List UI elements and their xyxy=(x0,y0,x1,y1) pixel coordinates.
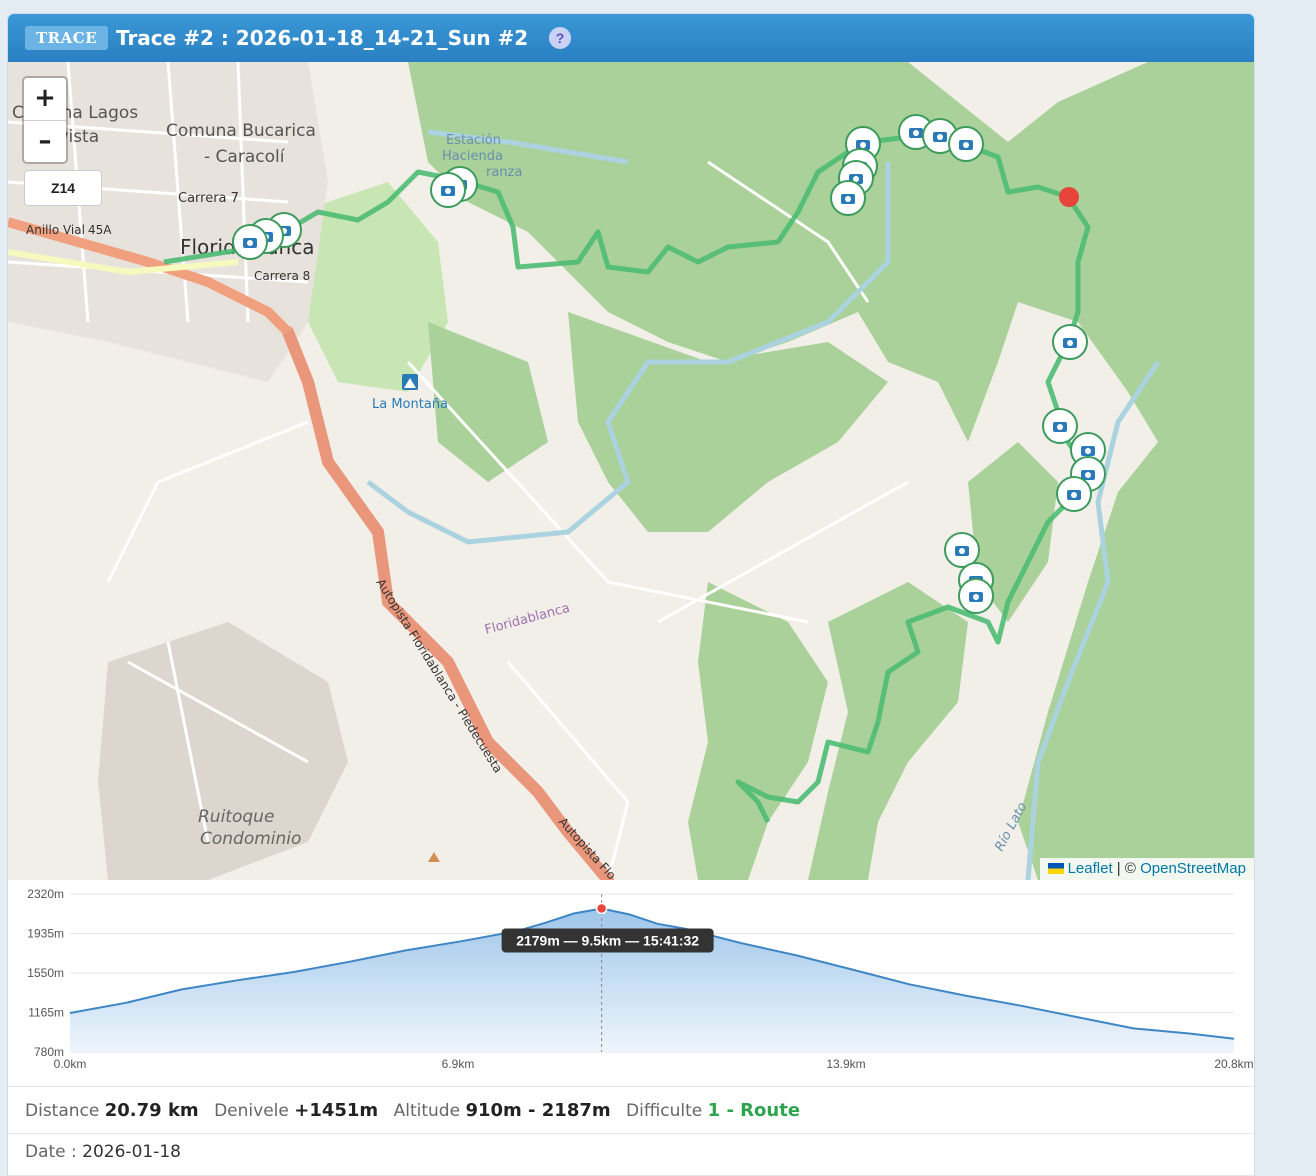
camera-icon xyxy=(1042,408,1078,444)
date-value: 2026-01-18 xyxy=(82,1142,181,1162)
ukraine-flag-icon xyxy=(1047,863,1064,874)
difficulte-label: Difficulte xyxy=(626,1101,703,1121)
camera-icon xyxy=(1052,324,1088,360)
denivele-value: +1451m xyxy=(294,1100,379,1121)
openstreetmap-link[interactable]: OpenStreetMap xyxy=(1140,860,1246,877)
elevation-x-tick: 13.9km xyxy=(826,1057,865,1071)
elevation-x-tick: 0.0km xyxy=(54,1057,87,1071)
map-label-estacion: Estación xyxy=(446,133,501,148)
elevation-y-tick: 1165m xyxy=(28,1006,64,1020)
map-label-esperanza: ranza xyxy=(486,165,522,180)
camera-icon xyxy=(958,578,994,614)
map-label-caracoli: - Caracolí xyxy=(204,147,286,167)
zoom-control: + – xyxy=(22,76,68,164)
trace-stats: Distance 20.79 km Denivele +1451m Altitu… xyxy=(8,1086,1254,1134)
denivele-label: Denivele xyxy=(214,1101,289,1121)
track-end-marker[interactable] xyxy=(1059,187,1079,207)
elevation-tooltip: 2179m — 9.5km — 15:41:32 xyxy=(501,928,714,953)
map-label-ruitoque: Ruitoque xyxy=(198,807,274,827)
elevation-x-tick: 6.9km xyxy=(442,1057,475,1071)
elevation-y-tick: 1550m xyxy=(27,966,64,980)
map-label-floridablanca-area: Floridablanca xyxy=(483,601,571,638)
date-label: Date : xyxy=(25,1142,77,1162)
zoom-in-button[interactable]: + xyxy=(24,78,66,121)
park-icon xyxy=(402,374,418,390)
altitude-label: Altitude xyxy=(393,1101,461,1121)
trace-header: TRACE Trace #2 : 2026-01-18_14-21_Sun #2… xyxy=(8,14,1254,62)
trace-badge: TRACE xyxy=(25,26,109,50)
elevation-tooltip-text: 2179m — 9.5km — 15:41:32 xyxy=(516,932,699,948)
map-tiles: Comuna Lagos avista Comuna Bucarica - Ca… xyxy=(8,62,1254,880)
elevation-y-tick: 1935m xyxy=(27,927,64,941)
map-label-carrera7: Carrera 7 xyxy=(178,191,239,206)
distance-value: 20.79 km xyxy=(104,1100,199,1121)
trace-title: Trace #2 : 2026-01-18_14-21_Sun #2 xyxy=(116,26,529,50)
camera-icon xyxy=(430,172,466,208)
map-label-condominio: Condominio xyxy=(200,829,301,849)
distance-label: Distance xyxy=(25,1101,100,1121)
leaflet-link[interactable]: Leaflet xyxy=(1068,860,1113,877)
trace-panel: TRACE Trace #2 : 2026-01-18_14-21_Sun #2… xyxy=(8,14,1254,1176)
camera-icon xyxy=(948,126,984,162)
map-label-hacienda: Hacienda xyxy=(442,149,503,164)
elevation-x-tick: 20.8km xyxy=(1214,1057,1253,1071)
map-label-carrera8: Carrera 8 xyxy=(254,269,310,283)
attribution-separator: | © xyxy=(1112,860,1141,877)
elevation-marker xyxy=(595,902,608,915)
elevation-chart[interactable]: 2320m 1935m 1550m 1165m 780m 0.0km 6.9km 13.9km… xyxy=(8,880,1254,1086)
camera-icon xyxy=(1056,476,1092,512)
camera-icon xyxy=(944,532,980,568)
altitude-value: 910m - 2187m xyxy=(465,1100,611,1121)
map-view[interactable]: Comuna Lagos avista Comuna Bucarica - Ca… xyxy=(8,62,1254,880)
trace-date: Date : 2026-01-18 xyxy=(8,1134,1254,1176)
map-attribution: Leaflet | © OpenStreetMap xyxy=(1039,858,1254,880)
peak-icon xyxy=(428,852,440,862)
map-label-anillo-vial: Anillo Vial xyxy=(26,223,85,237)
map-label-autopista: Autopista Floridablanca - Piedecuesta xyxy=(373,576,505,775)
zoom-out-button[interactable]: – xyxy=(24,121,66,163)
camera-icon xyxy=(830,180,866,216)
map-label-45a: 45A xyxy=(88,223,112,237)
zoom-level-indicator: Z14 xyxy=(24,170,102,206)
elevation-plot: 2320m1935m1550m1165m780m0.0km 6.9km 13.9km… xyxy=(27,887,1253,1071)
difficulte-value: 1 - Route xyxy=(707,1100,801,1121)
map-label-la-montana: La Montaña xyxy=(372,397,448,412)
help-icon[interactable]: ? xyxy=(549,27,571,49)
map-label-autopista-2: Autopista Flo xyxy=(556,815,619,880)
elevation-y-tick: 2320m xyxy=(27,887,64,901)
map-label-bucarica: Comuna Bucarica xyxy=(166,121,316,141)
camera-icon xyxy=(232,224,268,260)
